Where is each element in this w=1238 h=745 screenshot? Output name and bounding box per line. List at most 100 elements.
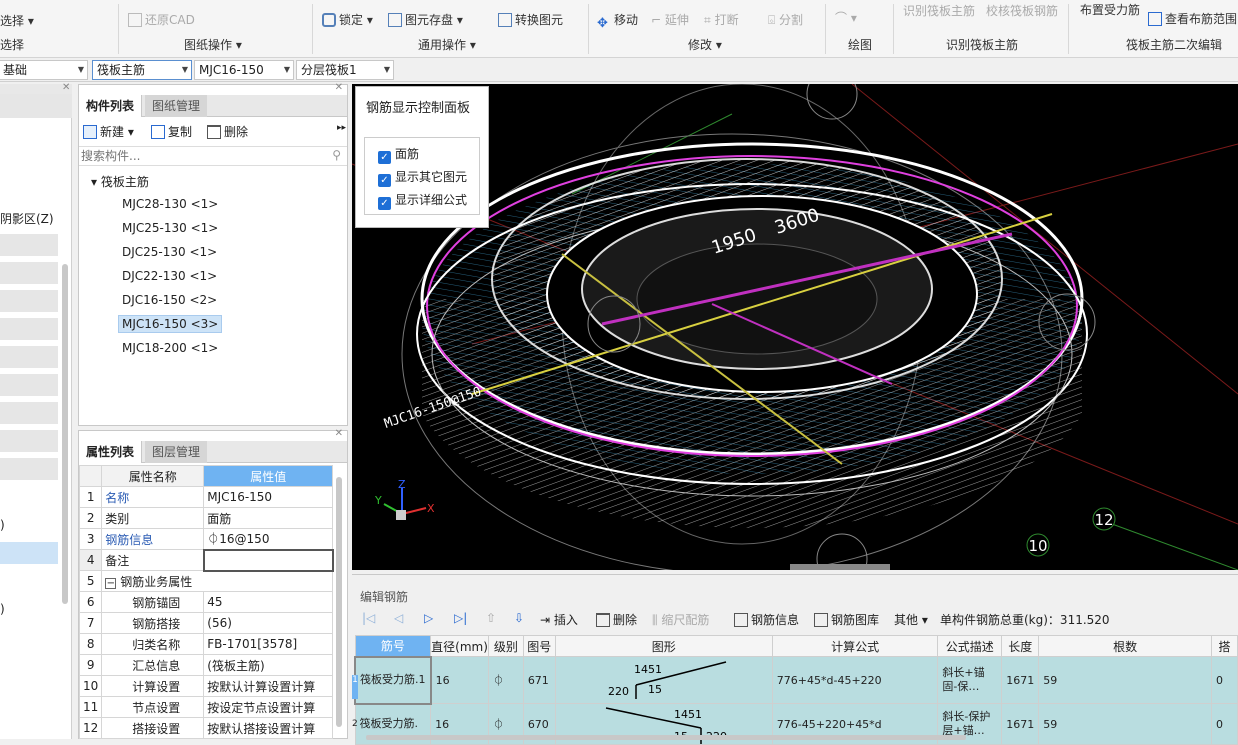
other-menu[interactable]: 其他 ▾ <box>894 611 928 628</box>
col-header[interactable]: 根数 <box>1038 635 1213 657</box>
nav-row[interactable] <box>0 346 58 368</box>
arrange-stress-rebar-button[interactable]: 布置受力筋 <box>1080 1 1140 18</box>
splitter-handle[interactable] <box>790 564 890 570</box>
property-row[interactable]: 5− 钢筋业务属性 <box>78 570 334 592</box>
property-value[interactable]: 按设定节点设置计算 <box>203 696 334 718</box>
grade-cell[interactable]: ⏀ <box>487 656 524 704</box>
identify-main-rebar-button[interactable]: 识别筏板主筋 <box>903 2 975 19</box>
table-row[interactable]: 筏板受力筋.1 16 ⏀ 671 1451 220 15 776+45*d-45… <box>354 655 1238 705</box>
show-detailed-formula-checkbox[interactable]: ✓ 显示详细公式 <box>378 191 467 210</box>
tree-item-mjc28-130[interactable]: MJC28-130 <1> <box>122 197 218 211</box>
remark-input[interactable] <box>202 548 334 572</box>
view-rebar-range-button[interactable]: 查看布筋范围 <box>1148 10 1237 27</box>
property-value[interactable]: 面筋 <box>203 507 334 529</box>
scale-rebar-button[interactable]: ⫼ 缩尺配筋 <box>652 611 709 628</box>
col-header[interactable]: 计算公式 <box>771 635 939 657</box>
draw-arc-button[interactable]: ⌒ ▾ <box>835 9 857 26</box>
show-other-elements-checkbox[interactable]: ✓ 显示其它图元 <box>378 168 467 187</box>
property-value[interactable]: (56) <box>203 612 334 634</box>
top-rebar-checkbox[interactable]: ✓ 面筋 <box>378 145 419 164</box>
formula-cell[interactable]: 776+45*d-45+220 <box>771 656 939 704</box>
property-value[interactable]: (筏板主筋) <box>203 654 334 676</box>
nav-row[interactable] <box>0 262 58 284</box>
property-value[interactable]: 45 <box>203 591 334 613</box>
property-row[interactable]: 11 节点设置 按设定节点设置计算 <box>78 696 334 718</box>
nav-item[interactable]: ) <box>0 518 5 532</box>
tree-item-mjc25-130[interactable]: MJC25-130 <1> <box>122 221 218 235</box>
property-row[interactable]: 3 钢筋信息 ⏀16@150 <box>78 528 334 550</box>
copy-button[interactable]: 复制 <box>151 123 192 140</box>
rebar-library-button[interactable]: 钢筋图库 <box>814 611 879 628</box>
nav-row[interactable] <box>0 374 58 396</box>
col-header[interactable]: 长度 <box>1001 635 1040 657</box>
scrollbar[interactable] <box>336 477 342 727</box>
length-cell[interactable]: 1671 <box>1001 703 1040 745</box>
restore-cad-button[interactable]: 还原CAD <box>128 11 195 28</box>
figure-no-cell[interactable]: 671 <box>522 656 556 704</box>
nav-row[interactable] <box>0 430 58 452</box>
tab-layer-management[interactable]: 图层管理 <box>145 441 208 463</box>
move-button[interactable]: ✥ 移动 <box>597 11 638 31</box>
convert-element-button[interactable]: 转换图元 <box>498 11 563 28</box>
lap-cell[interactable]: 0 <box>1211 703 1238 745</box>
move-up-icon[interactable]: ⇧ <box>486 611 496 625</box>
extend-button[interactable]: ⌐ 延伸 <box>651 11 689 28</box>
check-main-rebar-button[interactable]: 校核筏板钢筋 <box>986 2 1058 19</box>
nav-item-shadow[interactable]: 阴影区(Z) <box>0 210 54 227</box>
property-row[interactable]: 1 名称 MJC16-150 <box>78 486 334 508</box>
property-row[interactable]: 12 搭接设置 按默认搭接设置计算 <box>78 717 334 739</box>
property-value[interactable]: ⏀16@150 <box>203 528 334 550</box>
next-icon[interactable]: ▷ <box>424 611 433 625</box>
delete-button[interactable]: 删除 <box>207 123 248 140</box>
delete-row-button[interactable]: 删除 <box>596 611 637 628</box>
close-icon[interactable]: ✕ <box>335 82 343 93</box>
tab-drawing-management[interactable]: 图纸管理 <box>145 95 208 117</box>
property-value[interactable]: MJC16-150 <box>203 486 334 508</box>
col-header[interactable]: 级别 <box>487 635 524 657</box>
floor-select[interactable]: 基础 ▼ <box>0 60 88 80</box>
select-button[interactable]: 选择 ▾ <box>0 12 34 29</box>
col-header[interactable]: 图号 <box>522 635 556 657</box>
tree-item-djc16-150[interactable]: DJC16-150 <2> <box>122 293 217 307</box>
insert-button[interactable]: ⇥ 插入 <box>540 611 578 628</box>
diameter-cell[interactable]: 16 <box>430 656 489 704</box>
property-row[interactable]: 4 备注 <box>78 548 334 572</box>
more-icon[interactable]: ▸▸ <box>337 123 346 133</box>
lap-cell[interactable]: 0 <box>1211 656 1238 704</box>
break-button[interactable]: ⌗ 打断 <box>704 11 739 28</box>
property-value[interactable]: FB-1701[3578] <box>203 633 334 655</box>
property-value[interactable]: 按默认搭接设置计算 <box>203 717 334 739</box>
save-element-button[interactable]: 图元存盘 ▾ <box>388 11 463 28</box>
tree-root[interactable]: ▾ 筏板主筋 <box>91 173 149 190</box>
search-icon[interactable]: ⚲ <box>332 148 341 162</box>
rebar-name-cell[interactable]: 筏板受力筋.1 <box>354 655 432 705</box>
length-cell[interactable]: 1671 <box>1001 656 1040 704</box>
col-header[interactable]: 直径(mm) <box>430 635 489 657</box>
new-button[interactable]: 新建 ▾ <box>83 123 134 140</box>
nav-row[interactable] <box>0 290 58 312</box>
tree-item-djc22-130[interactable]: DJC22-130 <1> <box>122 269 217 283</box>
close-icon[interactable]: ✕ <box>335 428 343 439</box>
nav-row[interactable] <box>0 318 58 340</box>
rebar-info-button[interactable]: 钢筋信息 <box>734 611 799 628</box>
prev-icon[interactable]: ◁ <box>394 611 403 625</box>
horizontal-scrollbar[interactable] <box>366 735 966 740</box>
collapse-icon[interactable]: − <box>105 577 117 589</box>
count-cell[interactable]: 59 <box>1038 703 1213 745</box>
formula-desc-cell[interactable]: 斜长+锚固-保… <box>937 656 1003 704</box>
lock-button[interactable]: 锁定 ▾ <box>322 11 373 28</box>
property-row[interactable]: 10 计算设置 按默认计算设置计算 <box>78 675 334 697</box>
property-group[interactable]: − 钢筋业务属性 <box>101 570 334 592</box>
tree-item-mjc18-200[interactable]: MJC18-200 <1> <box>122 341 218 355</box>
search-box[interactable]: ⚲ <box>79 146 347 166</box>
move-down-icon[interactable]: ⇩ <box>514 611 524 625</box>
col-header[interactable]: 图形 <box>554 635 773 657</box>
nav-row[interactable] <box>0 234 58 256</box>
tree-item-mjc16-150[interactable]: MJC16-150 <3> <box>118 315 223 333</box>
last-icon[interactable]: ▷| <box>454 611 467 625</box>
split-button[interactable]: ⌺ 分割 <box>768 11 803 28</box>
property-row[interactable]: 9 汇总信息 (筏板主筋) <box>78 654 334 676</box>
nav-row-selected[interactable] <box>0 542 58 564</box>
property-value[interactable]: 按默认计算设置计算 <box>203 675 334 697</box>
close-icon[interactable]: ✕ <box>62 82 70 93</box>
